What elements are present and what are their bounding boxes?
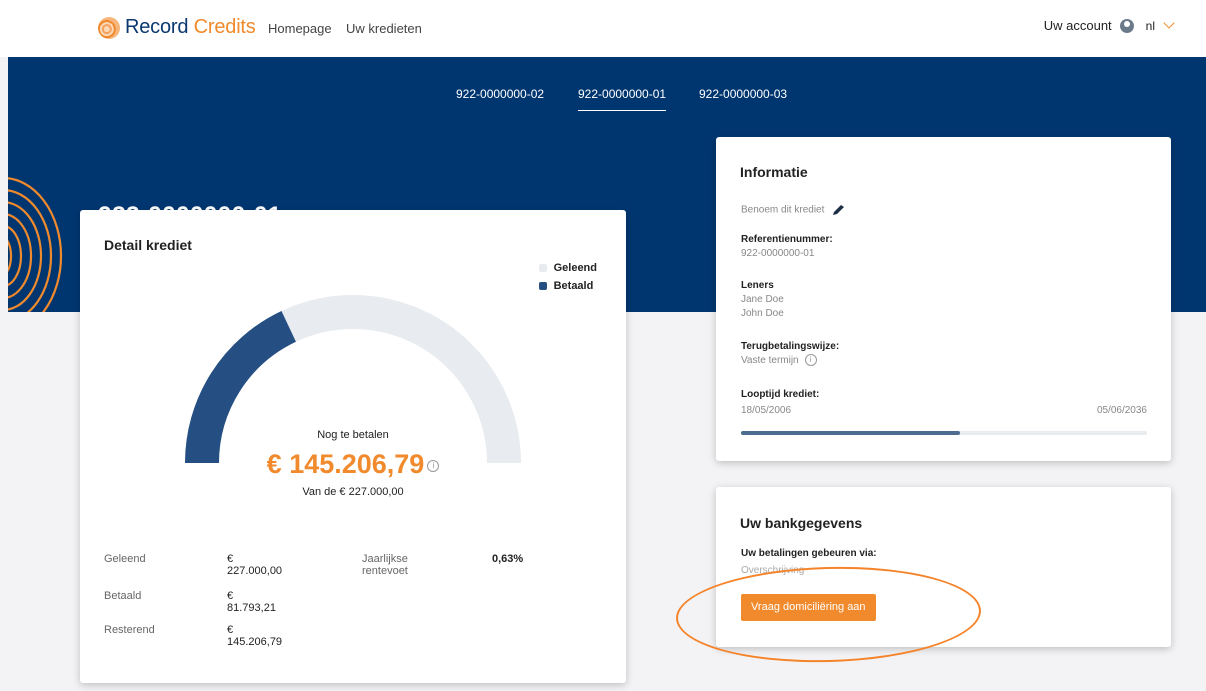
tab-loan-03[interactable]: 922-0000000-03 xyxy=(699,87,787,110)
stat-borrowed-label: Geleend xyxy=(104,553,146,565)
rename-loan-label[interactable]: Benoem dit krediet xyxy=(741,205,824,216)
stat-paid-label: Betaald xyxy=(104,590,142,602)
repayment-label: Terugbetalingswijze: xyxy=(741,341,840,352)
tab-loan-01[interactable]: 922-0000000-01 xyxy=(578,87,667,111)
remaining-amount: € 145.206,79 i xyxy=(80,449,626,480)
repayment-value: Vaste termijn xyxy=(741,355,799,366)
nav-loans-link[interactable]: Uw kredieten xyxy=(346,21,422,36)
term-block: Looptijd krediet: xyxy=(741,389,819,400)
account-label[interactable]: Uw account xyxy=(1044,18,1112,33)
stat-remaining-value: € 145.206,79 xyxy=(227,624,283,648)
pencil-icon[interactable] xyxy=(831,204,845,216)
term-progress-fill xyxy=(741,431,961,435)
user-avatar-icon[interactable] xyxy=(1119,18,1134,33)
legend-item-paid: Betaald xyxy=(538,280,597,292)
repayment-block: Terugbetalingswijze: Vaste termijn i xyxy=(741,341,839,368)
info-icon[interactable]: i xyxy=(804,354,817,367)
borrowers-label: Leners xyxy=(741,280,774,291)
request-direct-debit-button[interactable]: Vraag domiciliëring aan xyxy=(741,594,876,621)
account-menu[interactable]: Uw account nl xyxy=(1044,17,1175,33)
fingerprint-logo-icon xyxy=(98,16,120,39)
term-end-date: 05/06/2036 xyxy=(1096,405,1147,416)
legend-swatch-paid xyxy=(538,282,547,290)
borrower-name: Jane Doe xyxy=(741,294,784,305)
stat-rate-label: Jaarlijkse rentevoet xyxy=(362,553,408,577)
repayment-gauge xyxy=(185,295,521,464)
stat-rate-value: 0,63% xyxy=(492,553,524,565)
stat-paid-value: € 81.793,21 xyxy=(227,590,276,614)
borrowers-block: Leners Jane Doe John Doe xyxy=(741,280,784,321)
bank-details-card: Uw bankgegevens Uw betalingen gebeuren v… xyxy=(716,487,1171,647)
fingerprint-decoration-icon xyxy=(8,177,63,312)
gauge-paid-arc xyxy=(185,310,297,464)
payments-method: Overschrijving xyxy=(741,565,805,576)
brand-logo[interactable]: Record Credits xyxy=(98,16,256,39)
language-selector[interactable]: nl xyxy=(1146,19,1155,33)
remaining-label: Nog te betalen xyxy=(317,429,389,441)
borrower-name: John Doe xyxy=(741,308,784,319)
term-dates: 18/05/2006 05/06/2036 xyxy=(741,405,1147,416)
nav-homepage-link[interactable]: Homepage xyxy=(268,21,332,36)
brand-name: Record Credits xyxy=(125,16,256,38)
info-icon[interactable]: i xyxy=(427,459,440,472)
legend-label-paid: Betaald xyxy=(553,280,594,292)
payments-label: Uw betalingen gebeuren via: xyxy=(741,548,877,559)
top-navigation: Record Credits Homepage Uw kredieten Uw … xyxy=(0,0,1206,57)
chart-legend: Geleend Betaald xyxy=(538,262,597,298)
term-progress-bar xyxy=(741,431,1147,435)
info-card-title: Informatie xyxy=(740,164,808,180)
chevron-down-icon[interactable] xyxy=(1163,17,1175,29)
reference-block: Referentienummer: 922-0000000-01 xyxy=(741,234,833,261)
information-card: Informatie Benoem dit krediet Referentie… xyxy=(716,137,1171,461)
loan-detail-card: Detail krediet Geleend Betaald Nog te be… xyxy=(80,210,626,683)
term-label: Looptijd krediet: xyxy=(741,389,820,400)
legend-swatch-borrowed xyxy=(538,264,547,272)
reference-label: Referentienummer: xyxy=(741,234,833,245)
rename-loan-link[interactable]: Benoem dit krediet xyxy=(741,204,845,216)
stat-borrowed-value: € 227.000,00 xyxy=(227,553,283,577)
stat-remaining-label: Resterend xyxy=(104,624,155,636)
reference-value: 922-0000000-01 xyxy=(741,248,815,259)
bank-card-title: Uw bankgegevens xyxy=(740,515,863,531)
detail-card-title: Detail krediet xyxy=(104,237,192,253)
total-amount-note: Van de € 227.000,00 xyxy=(302,486,404,498)
legend-label-borrowed: Geleend xyxy=(553,262,597,274)
legend-item-borrowed: Geleend xyxy=(538,262,597,274)
tab-loan-02[interactable]: 922-0000000-02 xyxy=(456,87,544,110)
repayment-value-row: Vaste termijn i xyxy=(741,354,839,368)
remaining-amount-value: € 145.206,79 xyxy=(266,449,425,479)
term-start-date: 18/05/2006 xyxy=(741,405,792,416)
